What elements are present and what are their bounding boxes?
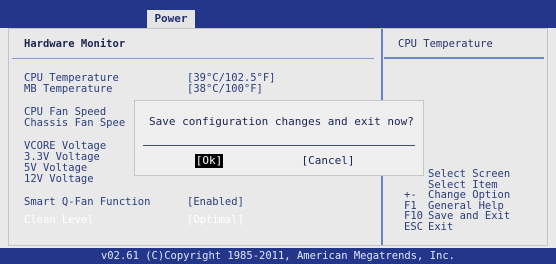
cancel-button[interactable]: [Cancel]: [297, 154, 359, 168]
setting-value-mb-temperature: [38°C/100°F]: [187, 83, 263, 95]
setting-label-chassis-fan-speed[interactable]: Chassis Fan Spee: [24, 117, 125, 129]
key-desc: Select Screen: [428, 168, 511, 180]
key-legend: Select Screen Select Item +- Change Optio…: [404, 169, 510, 232]
dialog-divider: [143, 145, 415, 146]
dialog-message: Save configuration changes and exit now?: [149, 115, 414, 128]
setting-label-clean-level[interactable]: Clean Level: [24, 214, 94, 226]
setting-value-clean-level[interactable]: [Optimal]: [187, 214, 244, 226]
key-row: +- Change Option: [404, 190, 510, 201]
setting-label-12v-voltage[interactable]: 12V Voltage: [24, 173, 94, 185]
top-menu-bar: [0, 0, 556, 28]
ok-button[interactable]: [Ok]: [195, 154, 223, 168]
setting-label-mb-temperature[interactable]: MB Temperature: [24, 83, 113, 95]
help-title: CPU Temperature: [398, 38, 493, 50]
exit-confirm-dialog: Save configuration changes and exit now?…: [134, 100, 424, 176]
key-row: F10 Save and Exit: [404, 211, 510, 222]
key-desc: Exit: [428, 220, 454, 233]
setting-value-smart-q-fan[interactable]: [Enabled]: [187, 196, 244, 208]
tab-power[interactable]: Power: [147, 10, 195, 28]
page-title: Hardware Monitor: [24, 38, 126, 50]
key-row: ESC Exit: [404, 220, 510, 233]
help-divider: [384, 57, 544, 59]
setting-label-smart-q-fan[interactable]: Smart Q-Fan Function: [24, 196, 150, 208]
key-name: F10: [404, 210, 423, 222]
bios-screen: Power Hardware Monitor CPU Temperature C…: [0, 0, 556, 264]
title-divider: [12, 58, 374, 59]
copyright-footer: v02.61 (C)Copyright 1985-2011, American …: [0, 248, 556, 264]
key-desc: Change Option: [428, 189, 511, 201]
key-name: +-: [404, 189, 417, 201]
key-name: ESC: [404, 220, 423, 233]
key-desc: Save and Exit: [428, 210, 511, 222]
